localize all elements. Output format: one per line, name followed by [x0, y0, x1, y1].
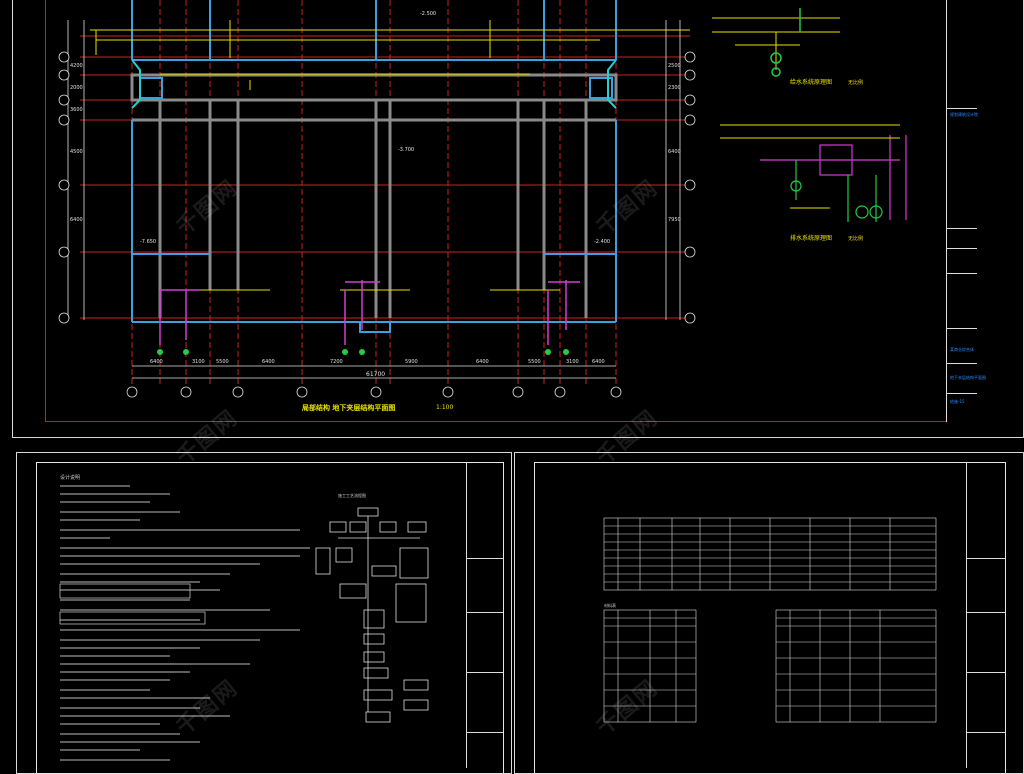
flowchart-title: 施工工艺流程图 [338, 493, 366, 498]
table-title: 材料表 [604, 603, 616, 608]
elevation-label-2: -7.650 [140, 239, 157, 245]
plan-scale: 1:100 [436, 404, 454, 411]
left-dim-3: 4500 [70, 149, 83, 155]
right-dim-3: 7950 [668, 217, 681, 223]
right-dim-2: 6400 [668, 149, 681, 155]
bottom-dim-5: 5900 [405, 359, 418, 365]
drainage-title: 排水系统原理图 [790, 235, 833, 242]
bottom-dim-3: 6400 [262, 359, 275, 365]
left-dim-1: 2000 [70, 85, 83, 91]
bottom-dim-8: 3100 [566, 359, 579, 365]
bottom-dim-4: 7200 [330, 359, 343, 365]
notes-title: 设计说明 [60, 475, 81, 481]
left-dim-2: 3600 [70, 107, 83, 113]
bottom-dim-7: 5500 [528, 359, 541, 365]
water-supply-diagram [712, 17, 840, 70]
right-dim-1: 2300 [668, 85, 681, 91]
plan-title: 局部结构 地下夹层结构平面图 [302, 404, 396, 412]
bottom-dim-2: 5500 [216, 359, 229, 365]
bottom-dim-9: 6400 [592, 359, 605, 365]
green-risers [157, 349, 569, 355]
bottom-dim-1: 3100 [192, 359, 205, 365]
left-dim-0: 4200 [70, 63, 83, 69]
drainage-scale: 无比例 [848, 236, 864, 242]
left-dim-4: 6400 [70, 217, 83, 223]
water-supply-title: 给水系统原理图 [790, 79, 833, 86]
water-supply-scale: 无比例 [848, 80, 864, 86]
elevation-label-1: -3.700 [398, 147, 415, 153]
plan-total-width: 61700 [366, 371, 386, 378]
drainage-green [790, 160, 883, 222]
elevation-label-0: -2.500 [420, 11, 437, 17]
right-dim-0: 2500 [668, 63, 681, 69]
bottom-dim-0: 6400 [150, 359, 163, 365]
bottom-dim-6: 6400 [476, 359, 489, 365]
drainage-diagram [760, 135, 907, 220]
notes-frame [36, 462, 504, 774]
grid-bubbles-right [684, 51, 696, 324]
notes-title-block [466, 462, 503, 768]
table-title-block [966, 462, 1005, 768]
grid-bubbles-bottom [126, 386, 622, 398]
drainage-lines [720, 124, 900, 209]
grid-bubbles-left [58, 51, 70, 324]
